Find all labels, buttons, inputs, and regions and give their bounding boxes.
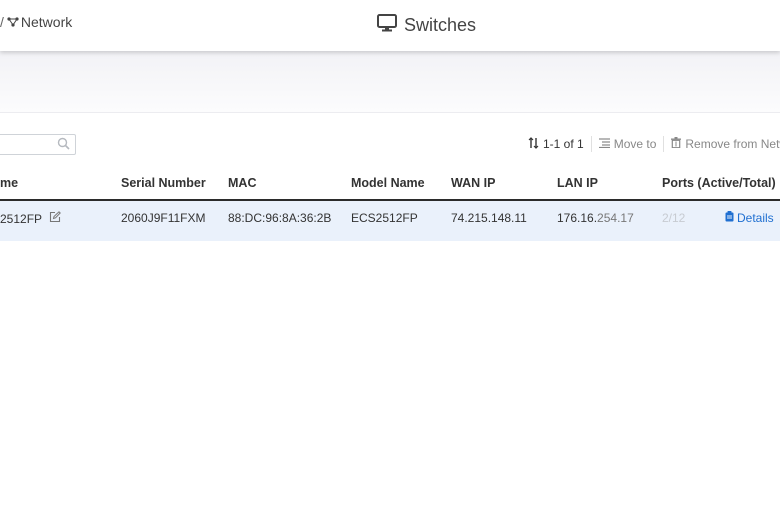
lan-ip-part-b: 254.17 [597,211,634,225]
column-header-ports[interactable]: Ports (Active/Total) [662,176,776,190]
cell-model-name: ECS2512FP [351,211,418,225]
toolbar-divider [663,136,665,152]
search-box[interactable] [0,134,76,155]
toolbar-divider [590,136,592,152]
network-icon [7,14,21,30]
top-header: / Network Switches [0,0,780,51]
cell-lan-ip: 176.16. 254.17 [557,211,634,225]
column-header-model-name[interactable]: Model Name [351,176,425,190]
column-header-mac[interactable]: MAC [228,176,256,190]
pagination-text: 1-1 of 1 [543,137,584,151]
breadcrumb: / Network [0,14,72,30]
list-icon [598,137,614,151]
column-header-wan-ip[interactable]: WAN IP [451,176,495,190]
breadcrumb-network-link[interactable]: Network [21,14,72,30]
remove-from-network-label: Remove from Netw [685,137,780,151]
cell-ports: 2/12 [662,211,686,225]
remove-from-network-button[interactable]: Remove from Netw [671,137,780,151]
page-title-text: Switches [404,15,477,35]
column-header-name[interactable]: me [0,176,18,190]
filter-band [0,51,780,113]
sort-icon[interactable] [528,136,543,152]
clipboard-icon [725,211,737,225]
lan-ip-part-a: 176.16. [557,211,598,225]
cell-mac: 88:DC:96:8A:36:2B [228,211,332,225]
device-name: 2512FP [0,211,43,226]
details-label: Details [737,211,774,225]
edit-icon[interactable] [49,211,61,226]
monitor-icon [377,14,404,37]
search-input[interactable] [0,135,63,153]
column-header-serial-number[interactable]: Serial Number [121,176,206,190]
search-icon[interactable] [57,137,70,155]
move-to-label: Move to [613,137,657,151]
column-header-lan-ip[interactable]: LAN IP [557,176,598,190]
table-toolbar: 1-1 of 1 Move to Remove from Netw [528,136,780,152]
pagination: 1-1 of 1 [528,136,584,152]
page-title: Switches [377,14,476,37]
cell-device-name: 2512FP [0,211,61,226]
move-to-button[interactable]: Move to [598,137,657,151]
breadcrumb-separator: / [0,14,4,30]
cell-wan-ip: 74.215.148.11 [451,211,527,225]
cell-serial-number: 2060J9F11FXM [121,211,206,225]
trash-icon [671,137,685,151]
details-button[interactable]: Details [725,211,774,225]
